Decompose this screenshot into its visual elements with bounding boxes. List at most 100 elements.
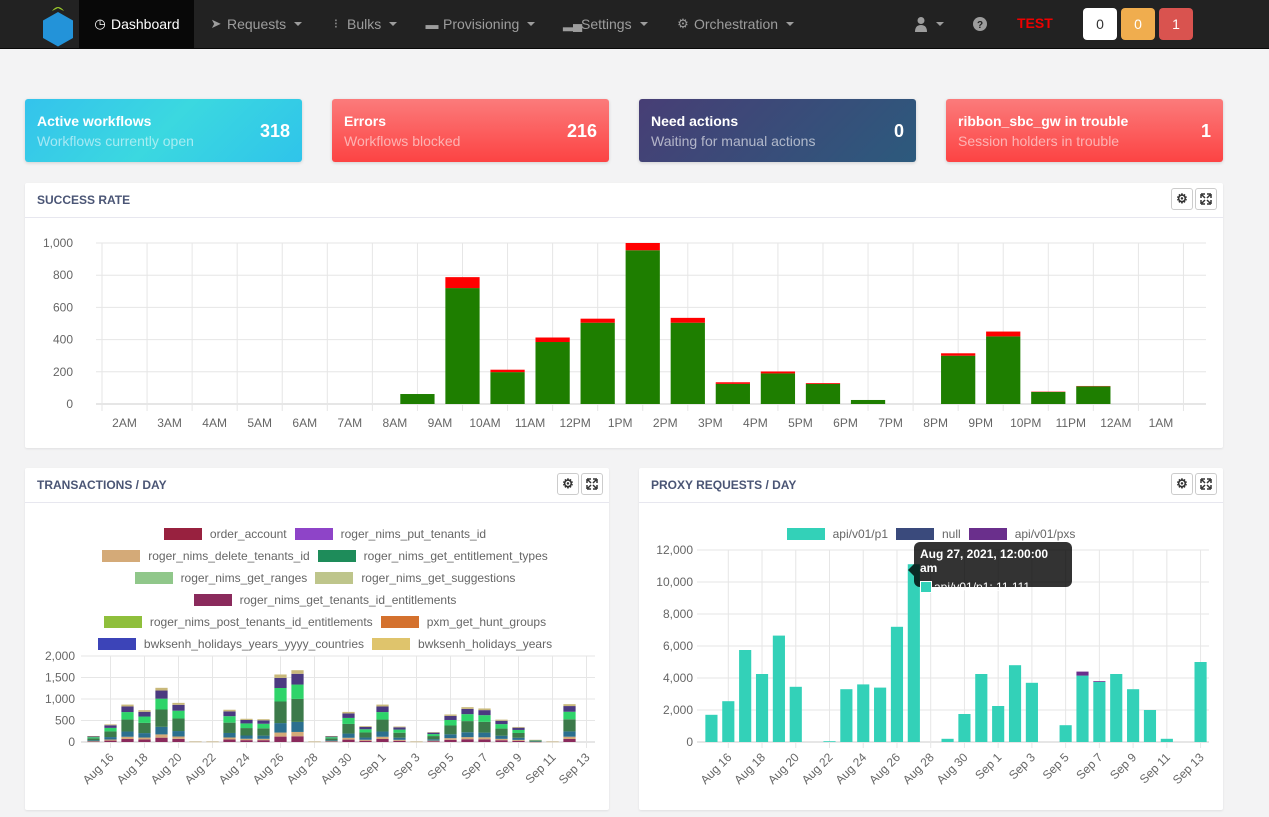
x-tick-label: Aug 30 — [318, 750, 355, 787]
legend-item[interactable]: roger_nims_get_tenants_id_entitlements — [193, 589, 456, 611]
stat-title: Active workflows — [37, 113, 152, 129]
nav-settings[interactable]: ▂▄ Settings — [563, 0, 648, 48]
legend-item[interactable]: roger_nims_get_suggestions — [315, 567, 515, 589]
badge-warning[interactable]: 0 — [1121, 8, 1155, 40]
nav-orchestration[interactable]: ⚙ Orchestration — [676, 0, 795, 48]
badge-info[interactable]: 0 — [1083, 8, 1117, 40]
bar-segment — [478, 739, 491, 742]
bar-success — [625, 250, 660, 404]
bar-segment — [121, 739, 134, 742]
bar-api-v01-p1 — [722, 701, 735, 742]
bar-error — [580, 318, 615, 323]
bar-segment — [563, 704, 576, 707]
bar-segment — [444, 715, 457, 720]
badge-danger[interactable]: 1 — [1159, 8, 1193, 40]
tooltip-title: Aug 27, 2021, 12:00:00 am — [920, 547, 1049, 575]
bar-segment — [240, 735, 253, 739]
hdd-icon: ▬ — [425, 16, 439, 32]
nav-settings-label: Settings — [581, 16, 632, 32]
settings-button[interactable]: ⚙ — [1171, 188, 1193, 210]
legend-swatch — [380, 616, 419, 628]
transactions-chart: 05001,0001,5002,000Aug 16Aug 18Aug 20Aug… — [45, 649, 595, 787]
bar-error — [760, 371, 796, 374]
nav-bulks[interactable]: ⁝ Bulks — [329, 0, 398, 48]
bar-segment — [376, 704, 389, 707]
gear-icon: ⚙ — [1176, 476, 1188, 491]
legend-item[interactable]: roger_nims_put_tenants_id — [294, 523, 486, 545]
bar-segment — [342, 711, 355, 714]
bar-segment — [342, 739, 355, 742]
bulks-icon: ⁝ — [333, 16, 339, 31]
bar-api-v01-p1 — [1194, 662, 1207, 742]
x-tick-label: Sep 13 — [556, 750, 593, 787]
y-tick-label: 1,500 — [45, 671, 75, 685]
expand-button[interactable] — [1195, 473, 1217, 495]
settings-button[interactable]: ⚙ — [557, 473, 579, 495]
bar-segment — [223, 716, 236, 723]
bar-segment — [308, 741, 321, 742]
stat-card-need-actions[interactable]: Need actions Waiting for manual actions … — [639, 99, 916, 162]
x-tick-label: 3AM — [157, 416, 182, 430]
chevron-down-icon — [639, 22, 648, 26]
user-menu[interactable] — [914, 0, 944, 48]
bar-segment — [495, 719, 508, 721]
bar-segment — [427, 734, 440, 737]
bar-error — [805, 383, 841, 384]
success-rate-header: SUCCESS RATE ⚙ — [25, 183, 1223, 218]
bar-success — [400, 394, 435, 404]
stat-card-trouble[interactable]: ribbon_sbc_gw in trouble Session holders… — [946, 99, 1223, 162]
bar-segment — [393, 732, 406, 738]
expand-button[interactable] — [1195, 188, 1217, 210]
x-tick-label: 8AM — [383, 416, 408, 430]
bar-segment — [427, 736, 440, 740]
bar-success — [760, 373, 796, 404]
legend-swatch — [968, 528, 1007, 540]
legend-swatch — [134, 572, 173, 584]
x-tick-label: 2PM — [653, 416, 678, 430]
stat-card-errors[interactable]: Errors Workflows blocked 216 — [332, 99, 609, 162]
nav-provisioning[interactable]: ▬ Provisioning — [425, 0, 536, 48]
legend-item[interactable]: roger_nims_post_tenants_id_entitlements — [103, 611, 373, 633]
app-logo[interactable] — [38, 2, 78, 48]
bar-segment — [376, 731, 389, 737]
bar-segment — [104, 731, 117, 738]
legend-item[interactable]: pxm_get_hunt_groups — [380, 611, 546, 633]
badge-warning-count: 0 — [1134, 16, 1142, 32]
x-tick-label: Aug 16 — [80, 750, 117, 787]
bar-segment — [172, 738, 185, 742]
bar-segment — [444, 738, 457, 740]
legend-swatch — [786, 528, 825, 540]
stat-card-active-workflows[interactable]: Active workflows Workflows currently ope… — [25, 99, 302, 162]
nav-provisioning-label: Provisioning — [443, 16, 520, 32]
legend-item[interactable]: roger_nims_get_ranges — [134, 567, 307, 589]
bar-segment — [104, 739, 117, 741]
legend-item[interactable]: roger_nims_get_entitlement_types — [317, 545, 548, 567]
bar-segment — [121, 706, 134, 713]
nav-dashboard[interactable]: ◷ Dashboard — [79, 0, 194, 48]
bar-segment — [155, 690, 168, 699]
help-button[interactable]: ? — [973, 0, 987, 48]
expand-button[interactable] — [581, 473, 603, 495]
settings-button[interactable]: ⚙ — [1171, 473, 1193, 495]
signal-icon: ▂▄ — [563, 16, 583, 31]
y-tick-label: 500 — [55, 714, 75, 728]
bar-segment — [512, 727, 525, 730]
legend-item[interactable]: order_account — [163, 523, 287, 545]
gear-icon: ⚙ — [677, 16, 689, 31]
bar-segment — [376, 712, 389, 720]
legend-item[interactable]: roger_nims_delete_tenants_id — [102, 545, 310, 567]
legend-swatch — [317, 550, 356, 562]
legend-swatch — [315, 572, 354, 584]
bar-segment — [410, 741, 423, 742]
bar-segment — [376, 736, 389, 740]
bar-api-v01-p1 — [789, 686, 802, 742]
bar-segment — [461, 721, 474, 733]
stat-subtitle: Waiting for manual actions — [651, 133, 816, 149]
bar-api-v01-p1 — [1127, 689, 1140, 742]
bar-segment — [325, 735, 338, 737]
bar-segment — [155, 737, 168, 742]
legend-swatch — [103, 616, 142, 628]
y-tick-label: 12,000 — [656, 543, 693, 557]
help-icon: ? — [973, 17, 987, 31]
nav-requests[interactable]: ➤ Requests — [209, 0, 303, 48]
